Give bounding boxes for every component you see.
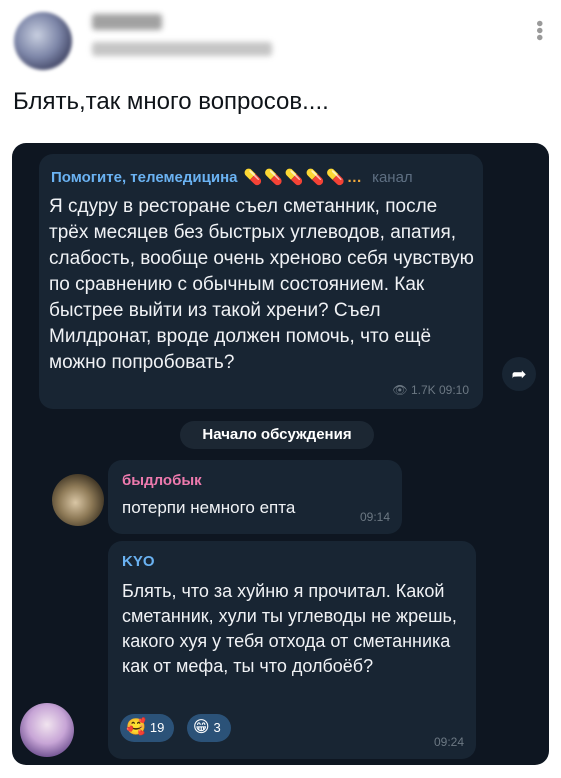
eye-icon: 👁 (392, 383, 408, 397)
comment-sender[interactable]: KYO (122, 553, 155, 570)
grinning-face-icon: 😁 (192, 719, 210, 736)
comment-time: 09:24 (433, 735, 464, 749)
tweet-text: Блять,так много вопросов.... (13, 88, 329, 115)
reaction-chip[interactable]: 😁 3 (186, 714, 231, 742)
commenter-avatar[interactable] (20, 703, 74, 757)
commenter-avatar[interactable] (52, 474, 104, 526)
comment-text: потерпи немного епта (122, 498, 296, 517)
channel-label: канал (372, 169, 413, 186)
comment-bubble: KYO Блять, что за хуйню я прочитал. Како… (108, 541, 476, 759)
channel-post-text: Я сдуру в ресторане съел сметанник, посл… (49, 196, 474, 373)
post-meta: 👁 1.7K 09:10 (392, 383, 469, 397)
reaction-chip[interactable]: 🥰 19 (120, 714, 175, 742)
channel-emojis: 💊💊💊💊💊… (243, 169, 364, 186)
comment-sender[interactable]: быдлобык (122, 472, 202, 489)
tweet-author-avatar[interactable] (14, 12, 72, 70)
comment-bubble: быдлобык потерпи немного епта 09:14 (108, 460, 402, 534)
comment-text: Блять, что за хуйню я прочитал. Какой см… (122, 581, 457, 676)
tweet-author-handle-blurred (92, 42, 272, 56)
discussion-start-label: Начало обсуждения (180, 421, 374, 449)
more-vertical-icon[interactable]: ••• (528, 20, 550, 41)
views-count: 1.7K (410, 383, 436, 397)
telegram-screenshot: Помогите, телемедицина 💊💊💊💊💊… канал Я сду… (12, 143, 549, 765)
smiling-face-with-hearts-icon: 🥰 (126, 719, 146, 736)
reactions: 🥰 19 😁 3 (120, 714, 239, 742)
reaction-count: 19 (149, 720, 165, 735)
channel-post: Помогите, телемедицина 💊💊💊💊💊… канал Я сду… (39, 154, 483, 409)
post-time: 09:10 (438, 383, 469, 397)
share-button[interactable]: ➦ (502, 357, 536, 391)
reaction-count: 3 (213, 720, 221, 735)
tweet-author-name-blurred[interactable] (92, 14, 162, 30)
share-arrow-icon: ➦ (511, 364, 527, 384)
comment-time: 09:14 (359, 510, 390, 524)
channel-post-header: Помогите, телемедицина 💊💊💊💊💊… канал (51, 168, 413, 186)
channel-name[interactable]: Помогите, телемедицина (51, 169, 238, 186)
